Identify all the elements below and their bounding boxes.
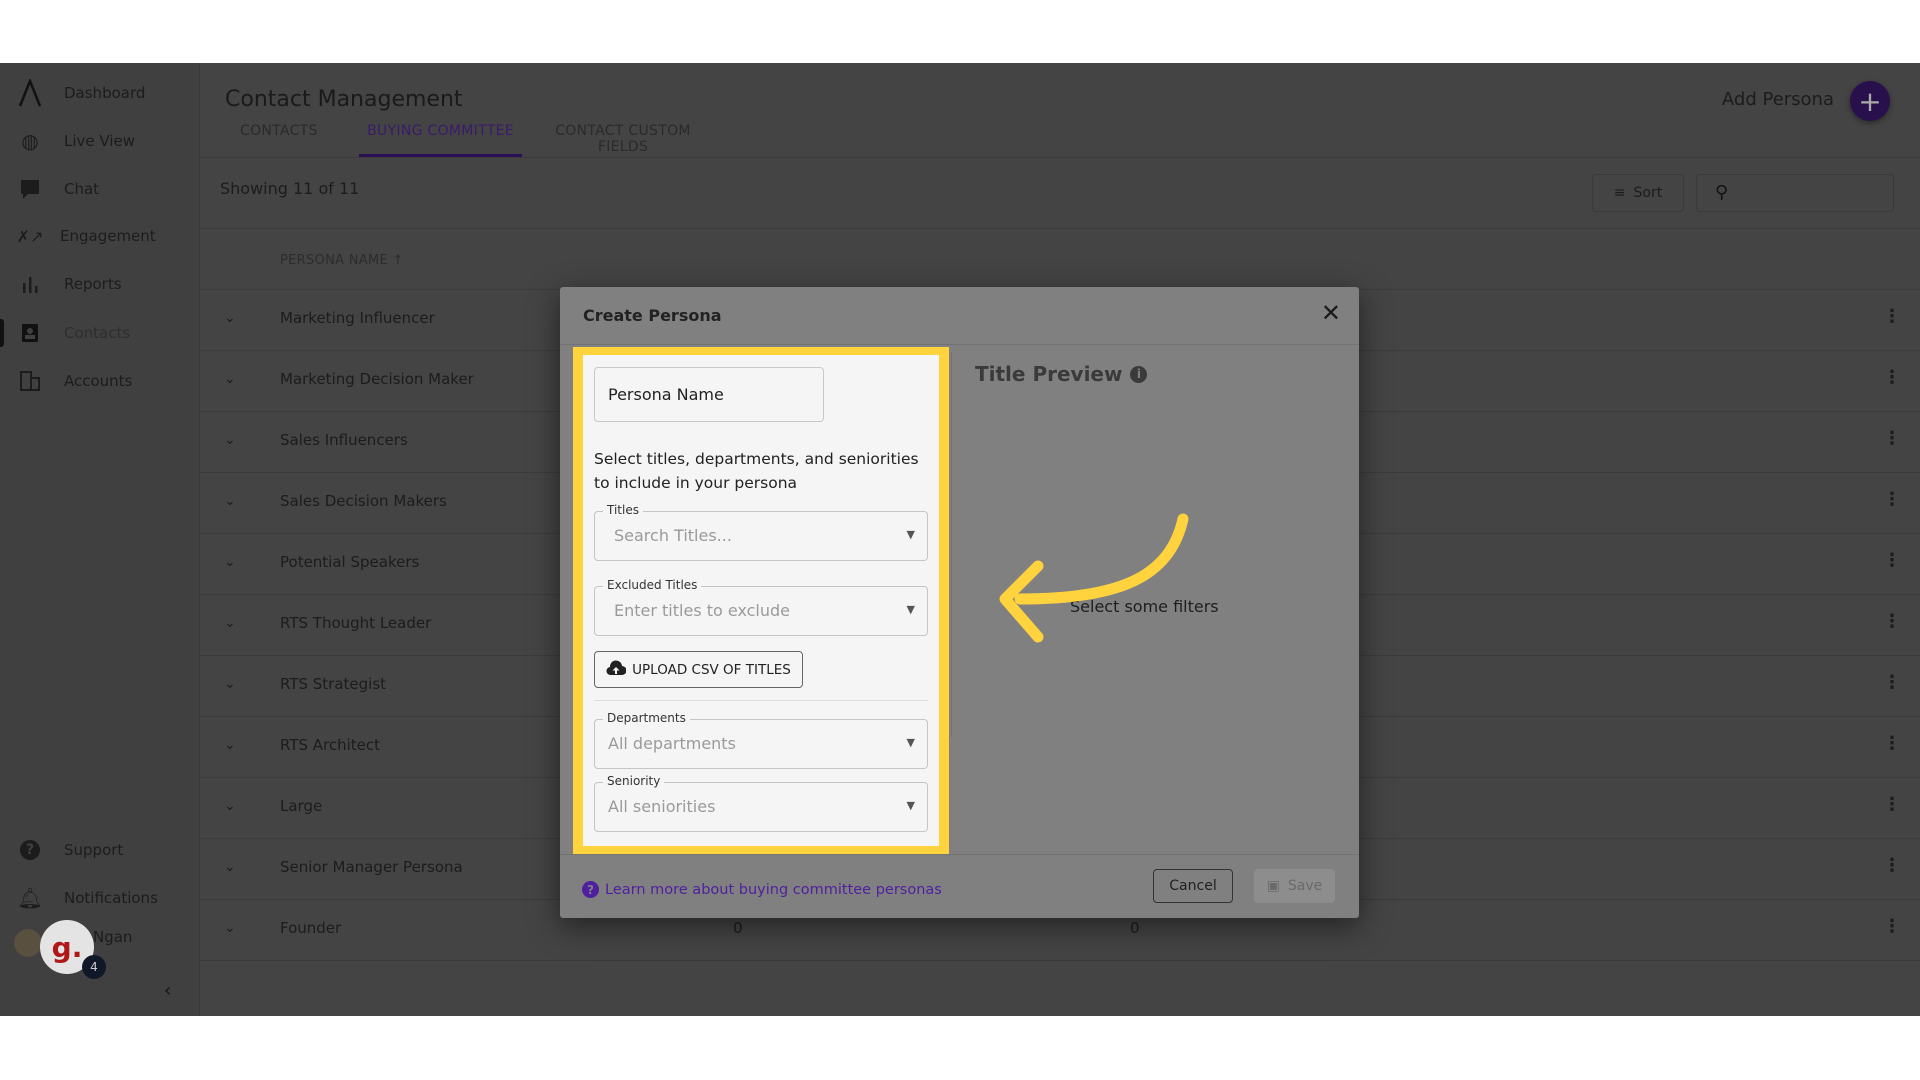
sidebar-item-label: Support [64, 841, 124, 859]
more-options-icon[interactable]: ⋮ [1883, 428, 1901, 449]
expand-chevron-icon[interactable]: ⌄ [224, 371, 236, 387]
badge-count: 4 [82, 955, 106, 979]
table-header: PERSONA NAME ↑ [200, 228, 1920, 290]
more-options-icon[interactable]: ⋮ [1883, 367, 1901, 388]
persona-name: RTS Thought Leader [280, 614, 432, 632]
annotation-arrow-icon [999, 513, 1189, 643]
sidebar-item-label: Dashboard [64, 84, 146, 102]
expand-chevron-icon[interactable]: ⌄ [224, 798, 236, 814]
plus-icon: + [1858, 84, 1882, 118]
bell-icon: 🔔︎ [17, 886, 43, 910]
sidebar-item-label: Notifications [64, 889, 158, 907]
persona-name: Large [280, 797, 323, 815]
tab-contact-custom-fields[interactable]: CONTACT CUSTOM FIELDS [534, 123, 712, 157]
showing-count: Showing 11 of 11 [220, 179, 360, 198]
sidebar-item-label: Reports [64, 275, 122, 293]
persona-name: RTS Architect [280, 736, 381, 754]
sort-label: Sort [1633, 185, 1663, 201]
expand-chevron-icon[interactable]: ⌄ [224, 920, 236, 936]
save-label: Save [1287, 878, 1323, 894]
cancel-button[interactable]: Cancel [1153, 869, 1233, 903]
persona-name: Potential Speakers [280, 553, 420, 571]
sidebar: Dashboard ◍ Live View Chat ✗↗ Engagement… [0, 63, 200, 1016]
persona-name: Marketing Influencer [280, 309, 435, 327]
sidebar-item-reports[interactable]: Reports [0, 264, 200, 304]
expand-chevron-icon[interactable]: ⌄ [224, 737, 236, 753]
more-options-icon[interactable]: ⋮ [1883, 916, 1901, 937]
sidebar-item-profile[interactable]: Ngan [0, 917, 200, 957]
learn-more-link[interactable]: ? Learn more about buying committee perso… [582, 881, 942, 898]
sidebar-item-label: Accounts [64, 372, 133, 390]
tab-buying-committee[interactable]: BUYING COMMITTEE [359, 123, 522, 157]
add-persona-button[interactable]: + [1850, 81, 1890, 121]
more-options-icon[interactable]: ⋮ [1883, 550, 1901, 571]
more-options-icon[interactable]: ⋮ [1883, 794, 1901, 815]
tab-contacts[interactable]: CONTACTS [240, 123, 317, 157]
dialog-footer: ? Learn more about buying committee perso… [560, 854, 1359, 918]
search-icon: ⚲ [1715, 182, 1729, 203]
column-persona-name[interactable]: PERSONA NAME ↑ [280, 253, 404, 268]
more-options-icon[interactable]: ⋮ [1883, 611, 1901, 632]
collapse-sidebar-icon[interactable]: ‹ [164, 980, 171, 1001]
chat-icon [18, 177, 42, 201]
globe-search-icon: ◍ [21, 129, 39, 153]
add-persona-label[interactable]: Add Persona [1722, 89, 1834, 110]
expand-chevron-icon[interactable]: ⌄ [224, 676, 236, 692]
more-options-icon[interactable]: ⋮ [1883, 306, 1901, 327]
sidebar-item-label: Live View [64, 132, 135, 150]
building-icon [18, 369, 42, 393]
persona-name: RTS Strategist [280, 675, 387, 693]
expand-chevron-icon[interactable]: ⌄ [224, 432, 236, 448]
expand-chevron-icon[interactable]: ⌄ [224, 554, 236, 570]
create-persona-dialog: Create Persona ✕ Persona Name Select tit… [560, 287, 1359, 918]
sidebar-item-accounts[interactable]: Accounts [0, 361, 200, 401]
bar-chart-icon [18, 272, 42, 296]
sort-icon: ≡ [1613, 185, 1626, 201]
save-button[interactable]: ▣ Save [1254, 869, 1335, 903]
sort-button[interactable]: ≡ Sort [1592, 174, 1684, 212]
sidebar-item-contacts[interactable]: Contacts [0, 313, 200, 353]
persona-name: Sales Influencers [280, 431, 408, 449]
persona-name: Founder [280, 919, 342, 937]
cell-value: 0 [1130, 919, 1140, 937]
search-input[interactable]: ⚲ [1696, 174, 1894, 212]
sidebar-item-label: Chat [64, 180, 100, 198]
sidebar-item-label: Engagement [60, 227, 156, 245]
more-options-icon[interactable]: ⋮ [1883, 855, 1901, 876]
expand-chevron-icon[interactable]: ⌄ [224, 493, 236, 509]
badge-letter: g. [51, 930, 83, 964]
contacts-icon [18, 321, 42, 345]
persona-name: Sales Decision Makers [280, 492, 447, 510]
help-icon: ? [18, 838, 42, 862]
profile-name: Ngan [93, 928, 133, 946]
sidebar-item-live-view[interactable]: ◍ Live View [0, 121, 200, 161]
expand-chevron-icon[interactable]: ⌄ [224, 615, 236, 631]
more-options-icon[interactable]: ⋮ [1883, 672, 1901, 693]
learn-more-text: Learn more about buying committee person… [605, 881, 942, 898]
more-options-icon[interactable]: ⋮ [1883, 733, 1901, 754]
cell-value: 0 [733, 919, 743, 937]
page-title: Contact Management [225, 87, 463, 112]
engagement-icon: ✗↗ [16, 226, 44, 246]
sidebar-item-notifications[interactable]: 🔔︎ Notifications [0, 878, 200, 918]
persona-name: Senior Manager Persona [280, 858, 463, 876]
sidebar-item-support[interactable]: ? Support [0, 830, 200, 870]
more-options-icon[interactable]: ⋮ [1883, 489, 1901, 510]
expand-chevron-icon[interactable]: ⌄ [224, 859, 236, 875]
help-icon: ? [582, 881, 599, 898]
app: Dashboard ◍ Live View Chat ✗↗ Engagement… [0, 63, 1920, 1016]
logo-icon [18, 79, 42, 107]
sidebar-item-engagement[interactable]: ✗↗ Engagement [0, 216, 200, 256]
expand-chevron-icon[interactable]: ⌄ [224, 310, 236, 326]
persona-name: Marketing Decision Maker [280, 370, 474, 388]
save-icon: ▣ [1266, 878, 1280, 894]
sidebar-item-dashboard[interactable]: Dashboard [0, 73, 200, 113]
divider [200, 157, 1920, 158]
sidebar-item-label: Contacts [64, 324, 131, 342]
sidebar-item-chat[interactable]: Chat [0, 169, 200, 209]
